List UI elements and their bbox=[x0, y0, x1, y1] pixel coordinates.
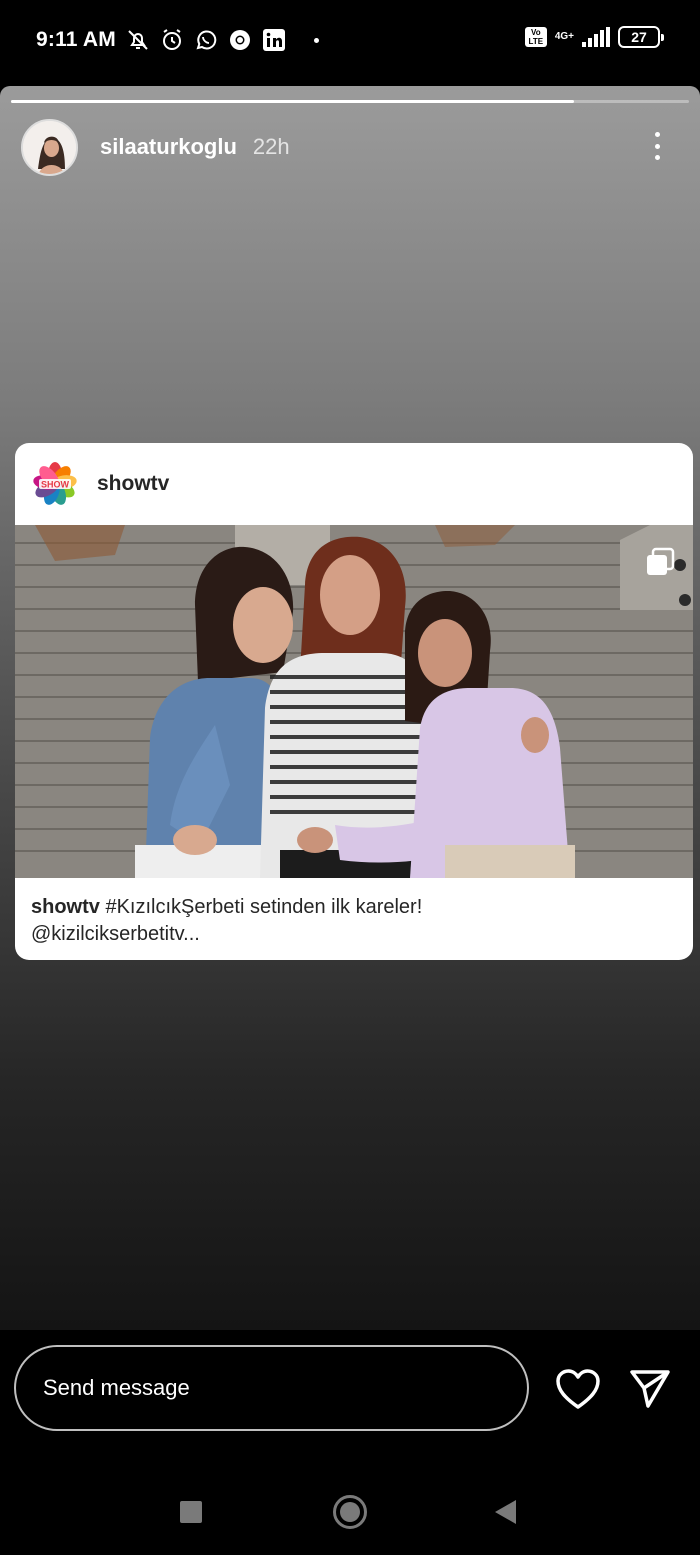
story-header: silaaturkoglu 22h bbox=[21, 118, 681, 176]
shared-post-author[interactable]: showtv bbox=[97, 472, 169, 496]
battery-level: 27 bbox=[631, 29, 647, 45]
story-content[interactable]: silaaturkoglu 22h SHOW showtv showtv #Kı… bbox=[0, 86, 700, 1330]
caption-text: #KızılcıkŞerbeti setinden ilk kareler! bbox=[99, 896, 423, 918]
notification-icons bbox=[126, 28, 319, 52]
home-button[interactable] bbox=[333, 1495, 367, 1529]
show-tv-logo: SHOW bbox=[33, 462, 77, 506]
shared-post-header: SHOW showtv bbox=[15, 443, 693, 525]
more-dot bbox=[654, 143, 660, 149]
shared-post-caption: showtv #KızılcıkŞerbeti setinden ilk kar… bbox=[15, 878, 693, 948]
whatsapp-icon bbox=[194, 28, 218, 52]
bell-off-icon bbox=[126, 28, 150, 52]
shared-post-card[interactable]: SHOW showtv showtv #KızılcıkŞerbeti seti… bbox=[15, 443, 693, 960]
svg-text:SHOW: SHOW bbox=[41, 480, 70, 490]
send-share-icon[interactable] bbox=[628, 1366, 672, 1410]
system-indicators: Vo LTE 4G+ 27 bbox=[524, 26, 664, 48]
send-message-input[interactable] bbox=[14, 1345, 529, 1431]
like-heart-icon[interactable] bbox=[555, 1368, 601, 1410]
reply-bar bbox=[0, 1330, 700, 1450]
back-button[interactable] bbox=[495, 1500, 516, 1524]
more-dot bbox=[654, 155, 660, 160]
linkedin-icon bbox=[262, 28, 286, 52]
status-bar: 9:11 AM Vo LTE 4G+ 27 bbox=[0, 0, 700, 80]
status-time: 9:11 AM bbox=[36, 28, 116, 51]
story-viewer-screen: 9:11 AM Vo LTE 4G+ 27 silaaturkoglu 22h … bbox=[0, 0, 700, 1555]
story-username[interactable]: silaaturkoglu bbox=[100, 134, 237, 160]
chrome-icon bbox=[228, 28, 252, 52]
story-progress-fill bbox=[11, 100, 574, 103]
story-time-ago: 22h bbox=[252, 134, 290, 159]
alarm-icon bbox=[160, 28, 184, 52]
more-options-button[interactable] bbox=[645, 130, 669, 162]
system-navigation-bar bbox=[0, 1450, 700, 1555]
network-type: 4G+ bbox=[554, 31, 574, 42]
home-circle-icon bbox=[340, 1502, 360, 1522]
signal-icon bbox=[582, 27, 610, 47]
battery-icon: 27 bbox=[618, 26, 664, 48]
more-dot bbox=[654, 132, 660, 137]
avatar[interactable] bbox=[21, 118, 78, 176]
story-progress-bar bbox=[11, 100, 689, 103]
caption-author: showtv bbox=[31, 896, 100, 918]
more-notifications-dot bbox=[314, 37, 319, 43]
carousel-multiple-icon bbox=[645, 547, 675, 577]
volte-badge: Vo LTE bbox=[524, 27, 547, 47]
caption-more[interactable]: @kizilcikserbetitv... bbox=[31, 923, 200, 945]
shared-post-photo[interactable] bbox=[15, 525, 693, 878]
recents-button[interactable] bbox=[180, 1501, 202, 1523]
